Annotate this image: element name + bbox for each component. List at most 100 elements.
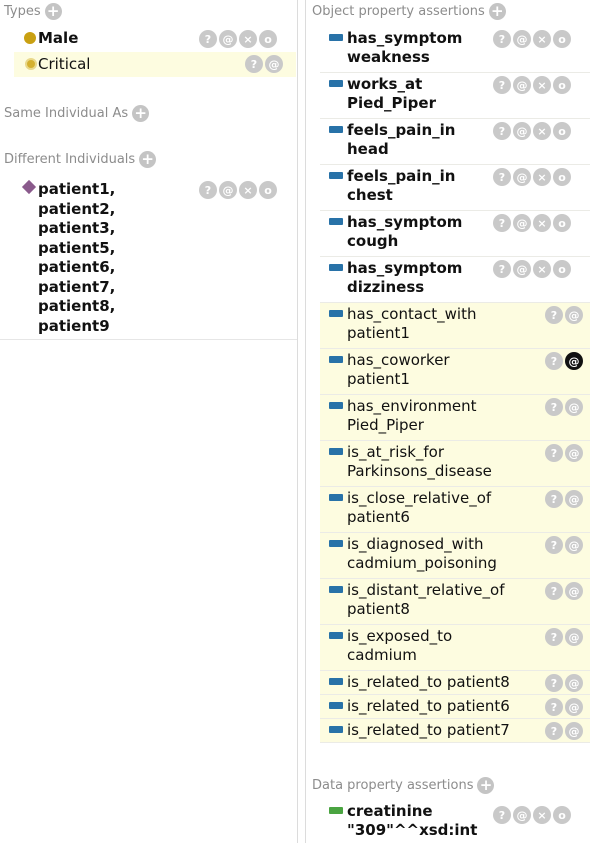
add-data-property-button[interactable]: + — [477, 777, 495, 794]
annotate-button[interactable]: @ — [513, 260, 531, 278]
annotate-button[interactable]: @ — [565, 698, 583, 716]
annotate-button[interactable]: @ — [565, 674, 583, 692]
different-individuals-row[interactable]: patient1, patient2, patient3, patient5, … — [0, 178, 297, 338]
delete-button[interactable]: × — [533, 168, 551, 186]
explain-button[interactable]: ? — [545, 306, 563, 324]
add-same-individual-button[interactable]: + — [132, 105, 150, 122]
explain-button[interactable]: ? — [199, 181, 217, 199]
explain-button[interactable]: ? — [493, 260, 511, 278]
edit-button[interactable]: o — [553, 260, 571, 278]
annotate-button[interactable]: @ — [565, 398, 583, 416]
inferred-object-property-row[interactable]: has_coworker patient1? @ — [320, 349, 590, 395]
edit-button[interactable]: o — [553, 806, 571, 824]
annotate-button[interactable]: @ — [513, 214, 531, 232]
explain-button[interactable]: ? — [545, 490, 563, 508]
object-property-label: has_coworker patient1 — [347, 351, 450, 389]
explain-button[interactable]: ? — [545, 698, 563, 716]
delete-button[interactable]: × — [533, 122, 551, 140]
property-value: weakness — [347, 48, 430, 66]
delete-button[interactable]: × — [533, 214, 551, 232]
delete-button[interactable]: × — [533, 806, 551, 824]
edit-button[interactable]: o — [259, 181, 277, 199]
row-actions: ? @ × o — [493, 30, 571, 48]
explain-button[interactable]: ? — [545, 674, 563, 692]
property-name: has_symptom — [347, 213, 463, 231]
object-property-row[interactable]: feels_pain_in head? @ × o — [320, 119, 590, 165]
inferred-object-property-row[interactable]: is_distant_relative_of patient8? @ — [320, 579, 590, 625]
delete-button[interactable]: × — [239, 30, 257, 48]
object-property-row[interactable]: works_at Pied_Piper? @ × o — [320, 73, 590, 119]
explain-button[interactable]: ? — [545, 536, 563, 554]
edit-button[interactable]: o — [553, 168, 571, 186]
edit-button[interactable]: o — [553, 30, 571, 48]
explain-button[interactable]: ? — [545, 722, 563, 740]
explain-button[interactable]: ? — [493, 214, 511, 232]
annotate-button[interactable]: @ — [513, 30, 531, 48]
object-property-row[interactable]: has_symptom dizziness? @ × o — [320, 257, 590, 303]
panel-splitter[interactable] — [297, 0, 306, 843]
add-different-individual-button[interactable]: + — [139, 151, 157, 168]
inferred-object-property-row[interactable]: is_exposed_to cadmium? @ — [320, 625, 590, 671]
object-property-row[interactable]: has_symptom cough? @ × o — [320, 211, 590, 257]
delete-button[interactable]: × — [533, 30, 551, 48]
row-actions: ? @ — [545, 722, 583, 740]
same-individual-header-label: Same Individual As — [4, 106, 129, 121]
edit-button[interactable]: o — [553, 76, 571, 94]
annotate-button[interactable]: @ — [219, 181, 237, 199]
individual-name: patient7, — [38, 277, 116, 296]
explain-button[interactable]: ? — [493, 30, 511, 48]
property-value: cadmium_poisoning — [347, 554, 497, 572]
object-property-label: has_environment Pied_Piper — [347, 397, 477, 435]
inferred-object-property-row[interactable]: is_diagnosed_with cadmium_poisoning? @ — [320, 533, 590, 579]
explain-button[interactable]: ? — [199, 30, 217, 48]
annotate-button[interactable]: @ — [513, 76, 531, 94]
object-property-label: is_related_to patient8 — [347, 673, 510, 692]
explain-button[interactable]: ? — [245, 55, 263, 73]
edit-button[interactable]: o — [259, 30, 277, 48]
explain-button[interactable]: ? — [545, 352, 563, 370]
edit-button[interactable]: o — [553, 122, 571, 140]
object-property-row[interactable]: feels_pain_in chest? @ × o — [320, 165, 590, 211]
explain-button[interactable]: ? — [493, 168, 511, 186]
data-property-row[interactable]: creatinine "309"^^xsd:int ? @ × o — [306, 800, 590, 843]
explain-button[interactable]: ? — [545, 628, 563, 646]
explain-button[interactable]: ? — [545, 398, 563, 416]
object-property-icon — [329, 172, 343, 179]
annotate-button[interactable]: @ — [265, 55, 283, 73]
delete-button[interactable]: × — [239, 181, 257, 199]
add-type-button[interactable]: + — [44, 3, 62, 20]
inferred-object-property-row[interactable]: is_related_to patient6? @ — [320, 695, 590, 719]
annotate-button[interactable]: @ — [513, 122, 531, 140]
annotate-button[interactable]: @ — [565, 444, 583, 462]
object-property-row[interactable]: has_symptom weakness? @ × o — [320, 27, 590, 73]
inferred-object-property-row[interactable]: has_contact_with patient1? @ — [320, 303, 590, 349]
annotate-button[interactable]: @ — [565, 306, 583, 324]
edit-button[interactable]: o — [553, 214, 571, 232]
annotate-button[interactable]: @ — [565, 582, 583, 600]
delete-button[interactable]: × — [533, 260, 551, 278]
explain-button[interactable]: ? — [493, 806, 511, 824]
annotate-button[interactable]: @ — [565, 490, 583, 508]
annotate-button[interactable]: @ — [565, 628, 583, 646]
explain-button[interactable]: ? — [545, 444, 563, 462]
explain-button[interactable]: ? — [493, 76, 511, 94]
inferred-object-property-row[interactable]: is_related_to patient8? @ — [320, 671, 590, 695]
annotate-button[interactable]: @ — [513, 806, 531, 824]
explain-button[interactable]: ? — [545, 582, 563, 600]
inferred-object-property-row[interactable]: has_environment Pied_Piper? @ — [320, 395, 590, 441]
add-object-property-button[interactable]: + — [488, 3, 506, 20]
object-property-label: is_at_risk_for Parkinsons_disease — [347, 443, 492, 481]
delete-button[interactable]: × — [533, 76, 551, 94]
explain-button[interactable]: ? — [493, 122, 511, 140]
annotate-button[interactable]: @ — [565, 722, 583, 740]
type-row-critical[interactable]: Critical ? @ — [14, 52, 296, 77]
annotate-button[interactable]: @ — [219, 30, 237, 48]
type-row-male[interactable]: Male ? @ × o — [0, 27, 297, 51]
inferred-object-property-row[interactable]: is_close_relative_of patient6? @ — [320, 487, 590, 533]
annotate-button[interactable]: @ — [565, 536, 583, 554]
row-actions: ? @ × o — [493, 76, 571, 94]
annotate-button[interactable]: @ — [513, 168, 531, 186]
annotate-button[interactable]: @ — [565, 352, 583, 370]
inferred-object-property-row[interactable]: is_at_risk_for Parkinsons_disease? @ — [320, 441, 590, 487]
inferred-object-property-row[interactable]: is_related_to patient7? @ — [320, 719, 590, 743]
